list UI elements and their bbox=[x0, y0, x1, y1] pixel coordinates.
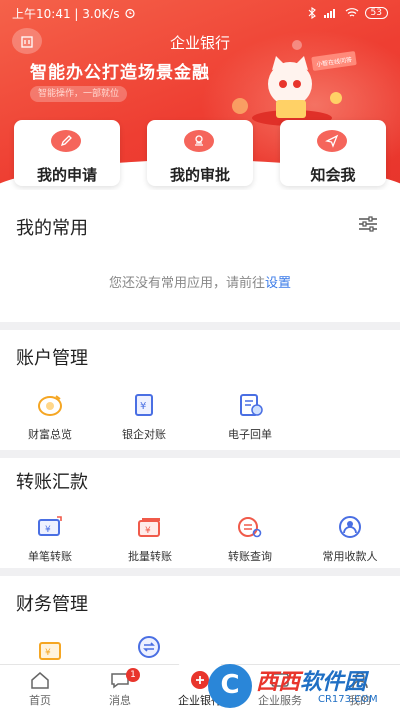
home-icon bbox=[29, 670, 51, 690]
divider bbox=[0, 322, 400, 330]
finance-item-button[interactable]: ¥ bbox=[10, 638, 90, 664]
quick-action-label: 我的审批 bbox=[169, 166, 230, 184]
hero-sub-slogan: 智能操作，一部就位 bbox=[30, 86, 128, 102]
frequent-payees-button[interactable]: 常用收款人 bbox=[310, 514, 390, 564]
status-time: 上午10:41 | 3.0K/s bbox=[12, 6, 120, 21]
finance-exchange-icon bbox=[135, 634, 165, 660]
cat-mascot-icon: 小智在线问答 bbox=[252, 51, 357, 126]
watermark-title: 西西软件园 bbox=[256, 664, 366, 696]
svg-text:¥: ¥ bbox=[45, 525, 51, 535]
watermark-url: CR173.COM bbox=[318, 694, 378, 705]
watermark-part-a: 西西 bbox=[256, 670, 301, 695]
tab-home[interactable]: 首页 bbox=[0, 665, 80, 710]
transfer-query-button[interactable]: 转账查询 bbox=[210, 514, 290, 564]
my-approvals-button[interactable]: 我的审批 bbox=[147, 120, 253, 186]
grid-item-label: 常用收款人 bbox=[322, 550, 378, 563]
transfer-query-icon bbox=[235, 514, 265, 540]
battery-indicator: 53 bbox=[364, 7, 388, 19]
quick-action-label: 我的申请 bbox=[36, 166, 97, 184]
message-badge: 1 bbox=[126, 668, 140, 682]
divider bbox=[0, 450, 400, 458]
finance-item-button[interactable] bbox=[110, 634, 190, 660]
pen-icon bbox=[51, 130, 81, 152]
payee-icon bbox=[335, 514, 365, 540]
favorites-section: 我的常用 您还没有常用应用，请前往设置 bbox=[0, 190, 400, 322]
bluetooth-icon bbox=[308, 7, 316, 19]
single-transfer-icon: ¥ bbox=[35, 514, 65, 540]
grid-item-label: 财富总览 bbox=[28, 428, 72, 441]
hero-slogan: 智能办公打造场景金融 bbox=[30, 63, 210, 83]
tab-label: 消息 bbox=[109, 694, 131, 707]
finance-management-title: 财务管理 bbox=[16, 594, 88, 615]
watermark-part-b: 软件园 bbox=[300, 670, 367, 695]
grid-item-label: 转账查询 bbox=[228, 550, 272, 563]
tab-messages[interactable]: 1 消息 bbox=[80, 665, 160, 710]
site-watermark: C 西西软件园 CR173.COM bbox=[200, 660, 400, 710]
grid-item-label: 单笔转账 bbox=[28, 550, 72, 563]
settings-sliders-icon[interactable] bbox=[358, 216, 378, 232]
batch-transfer-icon: ¥ bbox=[135, 514, 165, 540]
svg-text:¥: ¥ bbox=[45, 648, 51, 658]
watermark-logo-icon: C bbox=[208, 664, 252, 708]
transfer-title: 转账汇款 bbox=[16, 472, 88, 493]
empty-text: 您还没有常用应用，请前往 bbox=[108, 276, 265, 291]
grid-item-label: 银企对账 bbox=[122, 428, 166, 441]
grid-item-label: 批量转账 bbox=[128, 550, 172, 563]
svg-text:¥: ¥ bbox=[145, 526, 151, 536]
grid-item-label: 电子回单 bbox=[228, 428, 272, 441]
my-applications-button[interactable]: 我的申请 bbox=[14, 120, 120, 186]
status-bar: 上午10:41 | 3.0K/s 53 bbox=[0, 0, 400, 26]
finance-invoice-icon: ¥ bbox=[35, 638, 65, 664]
alarm-icon bbox=[124, 8, 135, 19]
transfer-section: 转账汇款 ¥ 单笔转账 ¥ 批量转账 转账查询 常用收款人 bbox=[0, 458, 400, 568]
notify-me-button[interactable]: 知会我 bbox=[280, 120, 386, 186]
e-receipt-button[interactable]: 电子回单 bbox=[210, 392, 290, 442]
account-management-title: 账户管理 bbox=[16, 348, 88, 369]
decor-coin bbox=[232, 98, 248, 114]
batch-transfer-button[interactable]: ¥ 批量转账 bbox=[110, 514, 190, 564]
favorites-empty-message: 您还没有常用应用，请前往设置 bbox=[0, 272, 400, 291]
tab-label: 首页 bbox=[29, 694, 51, 707]
send-icon bbox=[317, 130, 347, 152]
divider bbox=[0, 568, 400, 576]
svg-text:¥: ¥ bbox=[140, 401, 146, 412]
single-transfer-button[interactable]: ¥ 单笔转账 bbox=[10, 514, 90, 564]
stamp-icon bbox=[184, 130, 214, 152]
wifi-icon bbox=[345, 8, 358, 17]
signal-icon bbox=[323, 9, 335, 18]
quick-action-label: 知会我 bbox=[310, 166, 356, 184]
account-management-section: 账户管理 财富总览 ¥ 银企对账 电子回单 bbox=[0, 330, 400, 450]
favorites-title: 我的常用 bbox=[16, 218, 88, 239]
wealth-icon bbox=[35, 392, 65, 418]
reconcile-icon: ¥ bbox=[129, 392, 159, 418]
quick-actions: 我的申请 我的审批 知会我 bbox=[0, 120, 400, 190]
bank-reconciliation-button[interactable]: ¥ 银企对账 bbox=[104, 392, 184, 442]
finance-management-section: 财务管理 ¥ bbox=[0, 576, 400, 664]
wealth-overview-button[interactable]: 财富总览 bbox=[10, 392, 90, 442]
receipt-icon bbox=[235, 392, 265, 418]
settings-link[interactable]: 设置 bbox=[265, 276, 291, 291]
